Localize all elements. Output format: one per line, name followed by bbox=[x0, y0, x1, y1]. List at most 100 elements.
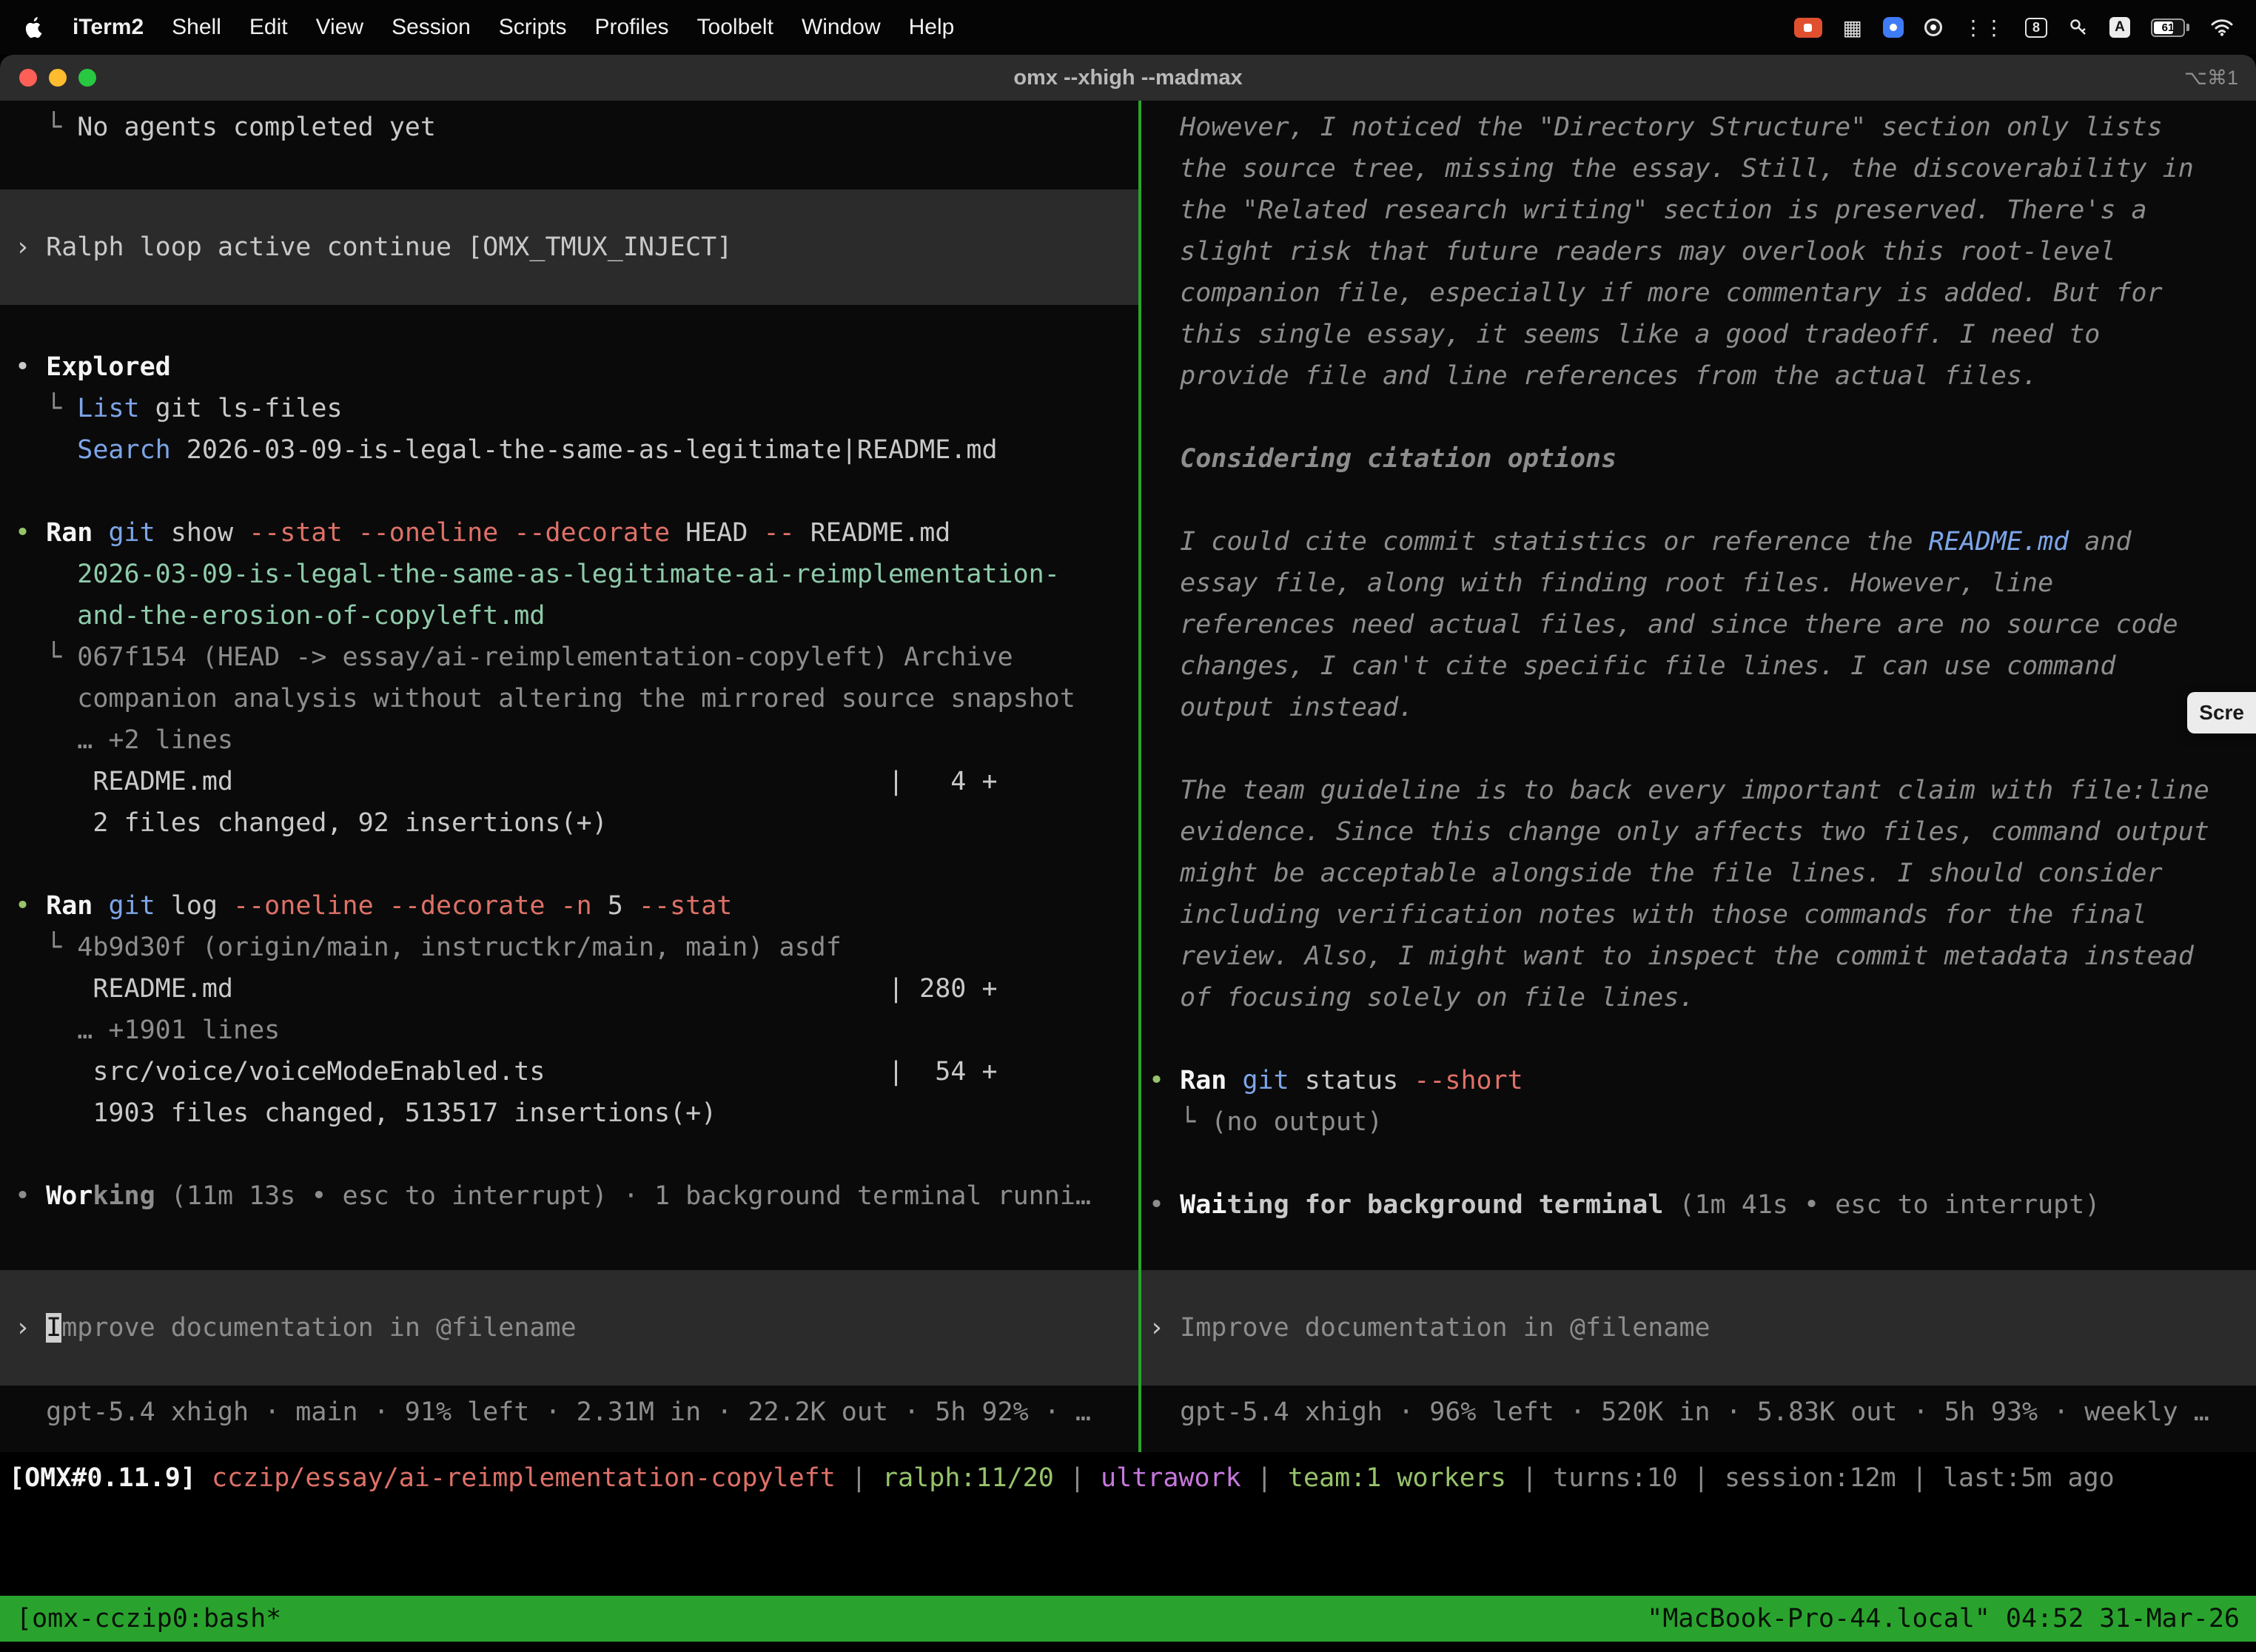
prompt-chevron: › bbox=[15, 232, 46, 262]
prompt-input[interactable]: › Improve documentation in @filename bbox=[0, 1270, 1138, 1386]
text-segment: companion analysis without altering the … bbox=[15, 684, 1075, 713]
grid-icon[interactable]: ▦ bbox=[1843, 16, 1862, 40]
pane-left[interactable]: └ No agents completed yet› Ralph loop ac… bbox=[0, 101, 1138, 1452]
numbered-key-icon[interactable]: 8 bbox=[2025, 18, 2047, 38]
terminal-line: 2026-03-09-is-legal-the-same-as-legitima… bbox=[0, 554, 1138, 595]
terminal-line: the source tree, missing the essay. Stil… bbox=[1141, 148, 2256, 189]
text-segment: • bbox=[1149, 1190, 1180, 1220]
terminal-line: • Explored bbox=[0, 346, 1138, 388]
terminal-line: └ 067f154 (HEAD -> essay/ai-reimplementa… bbox=[0, 637, 1138, 678]
pane-left-scrollback: └ No agents completed yet› Ralph loop ac… bbox=[0, 107, 1138, 1217]
zoom-button[interactable] bbox=[78, 69, 96, 87]
prompt-input[interactable]: › Improve documentation in @filename bbox=[1141, 1270, 2256, 1386]
text-segment: └ bbox=[1149, 1107, 1211, 1137]
menu-view[interactable]: View bbox=[316, 15, 363, 40]
text-segment bbox=[1226, 1066, 1242, 1095]
placeholder-text: mprove documentation in @filename bbox=[61, 1313, 576, 1343]
terminal-line: including verification notes with those … bbox=[1141, 894, 2256, 936]
omx-version: [OMX#0.11.9] bbox=[9, 1463, 212, 1493]
terminal-line: The team guideline is to back every impo… bbox=[1141, 770, 2256, 811]
dots-grid-icon[interactable]: ⋮⋮ bbox=[1963, 16, 2004, 40]
text-segment: List bbox=[77, 394, 139, 423]
keys-icon[interactable] bbox=[2068, 17, 2089, 38]
text-segment bbox=[545, 891, 560, 921]
menu-scripts[interactable]: Scripts bbox=[499, 15, 567, 40]
text-segment: Ran bbox=[46, 518, 93, 548]
text-segment: 2026-03-09-is-legal-the-same-as-legitima… bbox=[171, 435, 998, 465]
menu-window[interactable]: Window bbox=[802, 15, 881, 40]
round-app-dot-icon bbox=[1930, 24, 1936, 30]
text-segment bbox=[93, 891, 108, 921]
input-source-icon[interactable]: A bbox=[2109, 17, 2130, 38]
menu-shell[interactable]: Shell bbox=[172, 15, 221, 40]
wifi-icon[interactable] bbox=[2210, 18, 2234, 37]
text-segment: • bbox=[15, 518, 46, 548]
text-segment: --stat --oneline --decorate bbox=[249, 518, 670, 548]
terminal-line: • Ran git log --oneline --decorate -n 5 … bbox=[0, 885, 1138, 927]
injected-command[interactable]: › Ralph loop active continue [OMX_TMUX_I… bbox=[0, 189, 1138, 305]
apple-menu-icon[interactable] bbox=[22, 16, 44, 38]
text-segment: including verification notes with those … bbox=[1149, 900, 2147, 930]
text-segment: … +1901 lines bbox=[15, 1015, 280, 1045]
cursor-block: I bbox=[46, 1313, 61, 1343]
text-segment: 2026-03-09-is-legal-the-same-as-legitima… bbox=[15, 560, 1060, 589]
terminal-line bbox=[0, 1134, 1138, 1175]
text-segment: └ bbox=[15, 394, 77, 423]
pane-right[interactable]: However, I noticed the "Directory Struct… bbox=[1141, 101, 2256, 1452]
menu-profiles[interactable]: Profiles bbox=[594, 15, 668, 40]
minimize-button[interactable] bbox=[49, 69, 67, 87]
ralph-counter: ralph:11/20 bbox=[882, 1463, 1054, 1493]
battery-icon[interactable]: 61 bbox=[2151, 19, 2189, 37]
text-segment: README.md | 280 + bbox=[15, 974, 998, 1004]
text-segment: src/voice/voiceModeEnabled.ts | 54 + bbox=[15, 1057, 998, 1087]
record-dot-icon bbox=[1804, 24, 1812, 32]
menubar-status-icons: ▦ ⋮⋮ 8 A 61 bbox=[1794, 16, 2234, 40]
menu-help[interactable]: Help bbox=[909, 15, 955, 40]
terminal-line: README.md | 280 + bbox=[0, 968, 1138, 1010]
text-segment: However, I noticed the "Directory Struct… bbox=[1149, 113, 2163, 142]
terminal-line: • Ran git status --short bbox=[1141, 1060, 2256, 1101]
pane-left-bottom: › Improve documentation in @filename gpt… bbox=[0, 1270, 1138, 1452]
terminal-line: companion analysis without altering the … bbox=[0, 678, 1138, 719]
text-segment: | bbox=[1506, 1463, 1553, 1493]
text-segment: • bbox=[15, 1181, 46, 1211]
screen-recording-icon[interactable] bbox=[1794, 18, 1822, 38]
menu-session[interactable]: Session bbox=[392, 15, 471, 40]
thinking-heading: Considering citation options bbox=[1141, 438, 2256, 480]
blue-app-icon[interactable] bbox=[1883, 17, 1904, 38]
menu-edit[interactable]: Edit bbox=[249, 15, 288, 40]
pane-right-bottom: › Improve documentation in @filename gpt… bbox=[1141, 1270, 2256, 1452]
terminal-line: changes, I can't cite specific file line… bbox=[1141, 645, 2256, 687]
bottom-spacer bbox=[0, 1504, 2256, 1596]
text-segment: essay file, along with finding root file… bbox=[1149, 568, 2053, 598]
menu-toolbelt[interactable]: Toolbelt bbox=[697, 15, 773, 40]
text-segment: provide file and line references from th… bbox=[1149, 361, 2038, 391]
terminal-line: references need actual files, and since … bbox=[1141, 604, 2256, 645]
text-segment: Ralph loop active continue [OMX_TMUX_INJ… bbox=[46, 232, 732, 262]
battery-tip bbox=[2186, 24, 2189, 31]
pane-right-scrollback: However, I noticed the "Directory Struct… bbox=[1141, 107, 2256, 1226]
text-segment: git bbox=[108, 891, 155, 921]
close-button[interactable] bbox=[19, 69, 37, 87]
round-app-icon[interactable] bbox=[1924, 19, 1942, 36]
window-shortcut: ⌥⌘1 bbox=[2184, 67, 2238, 90]
text-segment: Search bbox=[15, 435, 171, 465]
terminal-line bbox=[0, 844, 1138, 885]
terminal-line: • Waiting for background terminal (1m 41… bbox=[1141, 1184, 2256, 1226]
text-segment: git bbox=[108, 518, 155, 548]
terminal-line: of focusing solely on file lines. bbox=[1141, 977, 2256, 1018]
text-segment: Explored bbox=[46, 352, 171, 382]
text-segment: 5 bbox=[592, 891, 639, 921]
text-segment: output instead. bbox=[1149, 693, 1414, 722]
terminal-line: the "Related research writing" section i… bbox=[1141, 189, 2256, 231]
text-segment: references need actual files, and since … bbox=[1149, 610, 2178, 639]
text-segment: Wai bbox=[1180, 1190, 1226, 1220]
tmux-session-window[interactable]: [omx-cczip0:bash* bbox=[16, 1604, 281, 1633]
text-segment: slight risk that future readers may over… bbox=[1149, 237, 2115, 266]
terminal-line: slight risk that future readers may over… bbox=[1141, 231, 2256, 272]
text-segment: └ bbox=[15, 933, 77, 962]
screen-popup[interactable]: Scre bbox=[2187, 692, 2256, 733]
text-segment: | bbox=[836, 1463, 882, 1493]
last-activity: last:5m ago bbox=[1943, 1463, 2115, 1493]
menu-app-name[interactable]: iTerm2 bbox=[73, 15, 144, 40]
